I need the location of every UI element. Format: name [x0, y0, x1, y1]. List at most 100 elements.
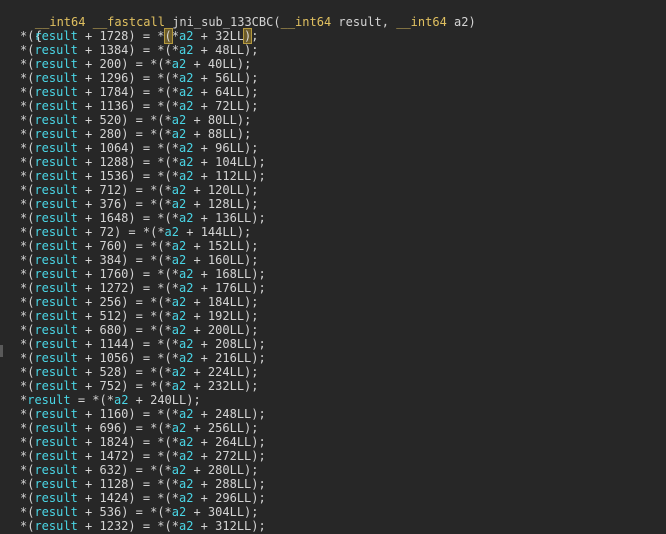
code-line[interactable]: *(result + 1288) = *(*a2 + 104LL); — [20, 155, 266, 169]
result-var[interactable]: result — [34, 323, 77, 337]
result-var[interactable]: result — [34, 85, 77, 99]
result-var[interactable]: result — [34, 449, 77, 463]
a2-var[interactable]: a2 — [172, 127, 186, 141]
a2-var[interactable]: a2 — [179, 155, 193, 169]
code-line[interactable]: *(result + 760) = *(*a2 + 152LL); — [20, 239, 259, 253]
a2-var[interactable]: a2 — [179, 99, 193, 113]
code-line[interactable]: *(result + 696) = *(*a2 + 256LL); — [20, 421, 259, 435]
a2-var[interactable]: a2 — [179, 435, 193, 449]
result-var[interactable]: result — [34, 71, 77, 85]
result-var[interactable]: result — [34, 309, 77, 323]
code-line[interactable]: *(result + 384) = *(*a2 + 160LL); — [20, 253, 259, 267]
result-var[interactable]: result — [34, 183, 77, 197]
result-var[interactable]: result — [34, 351, 77, 365]
result-var[interactable]: result — [34, 57, 77, 71]
param1-name[interactable]: result — [338, 15, 381, 29]
code-line[interactable]: *result = *(*a2 + 240LL); — [20, 393, 201, 407]
result-var[interactable]: result — [34, 463, 77, 477]
a2-var[interactable]: a2 — [172, 463, 186, 477]
a2-var[interactable]: a2 — [165, 225, 179, 239]
result-var[interactable]: result — [34, 295, 77, 309]
a2-var[interactable]: a2 — [172, 57, 186, 71]
code-line[interactable]: *(result + 632) = *(*a2 + 280LL); — [20, 463, 259, 477]
a2-var[interactable]: a2 — [179, 71, 193, 85]
a2-var[interactable]: a2 — [179, 491, 193, 505]
code-line[interactable]: *(result + 520) = *(*a2 + 80LL); — [20, 113, 251, 127]
result-var[interactable]: result — [34, 421, 77, 435]
a2-var[interactable]: a2 — [114, 393, 128, 407]
result-var[interactable]: result — [34, 267, 77, 281]
code-line[interactable]: *(result + 1064) = *(*a2 + 96LL); — [20, 141, 259, 155]
code-line[interactable]: *(result + 1056) = *(*a2 + 216LL); — [20, 351, 266, 365]
a2-var[interactable]: a2 — [179, 449, 193, 463]
a2-var[interactable]: a2 — [172, 379, 186, 393]
a2-var[interactable]: a2 — [172, 253, 186, 267]
a2-var[interactable]: a2 — [172, 421, 186, 435]
code-line[interactable]: *(result + 528) = *(*a2 + 224LL); — [20, 365, 259, 379]
code-line[interactable]: *(result + 72) = *(*a2 + 144LL); — [20, 225, 251, 239]
code-line[interactable]: *(result + 1144) = *(*a2 + 208LL); — [20, 337, 266, 351]
result-var[interactable]: result — [34, 491, 77, 505]
code-line[interactable]: *(result + 1160) = *(*a2 + 248LL); — [20, 407, 266, 421]
result-var[interactable]: result — [34, 505, 77, 519]
a2-var[interactable]: a2 — [179, 29, 193, 43]
code-line[interactable]: *(result + 256) = *(*a2 + 184LL); — [20, 295, 259, 309]
code-line[interactable]: *(result + 712) = *(*a2 + 120LL); — [20, 183, 259, 197]
result-var[interactable]: result — [34, 337, 77, 351]
result-var[interactable]: result — [27, 393, 70, 407]
result-var[interactable]: result — [34, 239, 77, 253]
result-var[interactable]: result — [34, 211, 77, 225]
code-line[interactable]: *(result + 536) = *(*a2 + 304LL); — [20, 505, 259, 519]
a2-var[interactable]: a2 — [172, 505, 186, 519]
result-var[interactable]: result — [34, 281, 77, 295]
code-line[interactable]: *(result + 680) = *(*a2 + 200LL); — [20, 323, 259, 337]
code-line[interactable]: *(result + 1296) = *(*a2 + 56LL); — [20, 71, 259, 85]
result-var[interactable]: result — [34, 365, 77, 379]
a2-var[interactable]: a2 — [179, 85, 193, 99]
code-line[interactable]: *(result + 280) = *(*a2 + 88LL); — [20, 127, 251, 141]
code-line[interactable]: *(result + 1760) = *(*a2 + 168LL); — [20, 267, 266, 281]
result-var[interactable]: result — [34, 29, 77, 43]
code-line[interactable]: *(result + 1472) = *(*a2 + 272LL); — [20, 449, 266, 463]
function-name[interactable]: jni_sub_133CBC — [172, 15, 273, 29]
a2-var[interactable]: a2 — [172, 239, 186, 253]
a2-var[interactable]: a2 — [179, 351, 193, 365]
a2-var[interactable]: a2 — [172, 323, 186, 337]
code-line[interactable]: *(result + 1232) = *(*a2 + 312LL); — [20, 519, 266, 533]
result-var[interactable]: result — [34, 379, 77, 393]
result-var[interactable]: result — [34, 519, 77, 533]
code-line[interactable]: *(result + 200) = *(*a2 + 40LL); — [20, 57, 251, 71]
a2-var[interactable]: a2 — [179, 169, 193, 183]
code-line[interactable]: *(result + 1728) = *(*a2 + 32LL); — [20, 28, 259, 44]
a2-var[interactable]: a2 — [179, 267, 193, 281]
code-line[interactable]: *(result + 1536) = *(*a2 + 112LL); — [20, 169, 266, 183]
code-line[interactable]: *(result + 1424) = *(*a2 + 296LL); — [20, 491, 266, 505]
function-signature[interactable]: __int64 __fastcall jni_sub_133CBC(__int6… — [6, 1, 476, 29]
result-var[interactable]: result — [34, 127, 77, 141]
a2-var[interactable]: a2 — [172, 295, 186, 309]
code-line[interactable]: *(result + 376) = *(*a2 + 128LL); — [20, 197, 259, 211]
code-line[interactable]: *(result + 752) = *(*a2 + 232LL); — [20, 379, 259, 393]
code-line[interactable]: *(result + 1784) = *(*a2 + 64LL); — [20, 85, 259, 99]
a2-var[interactable]: a2 — [179, 43, 193, 57]
code-line[interactable]: *(result + 1136) = *(*a2 + 72LL); — [20, 99, 259, 113]
code-line[interactable]: *(result + 1824) = *(*a2 + 264LL); — [20, 435, 266, 449]
a2-var[interactable]: a2 — [179, 141, 193, 155]
param2-name[interactable]: a2 — [454, 15, 468, 29]
a2-var[interactable]: a2 — [179, 477, 193, 491]
result-var[interactable]: result — [34, 43, 77, 57]
decompiler-code-view[interactable]: __int64 __fastcall jni_sub_133CBC(__int6… — [0, 0, 666, 534]
a2-var[interactable]: a2 — [172, 309, 186, 323]
a2-var[interactable]: a2 — [172, 183, 186, 197]
result-var[interactable]: result — [34, 197, 77, 211]
result-var[interactable]: result — [34, 99, 77, 113]
code-line[interactable]: *(result + 1384) = *(*a2 + 48LL); — [20, 43, 259, 57]
code-line[interactable]: *(result + 1648) = *(*a2 + 136LL); — [20, 211, 266, 225]
result-var[interactable]: result — [34, 435, 77, 449]
result-var[interactable]: result — [34, 225, 77, 239]
a2-var[interactable]: a2 — [179, 519, 193, 533]
a2-var[interactable]: a2 — [179, 281, 193, 295]
result-var[interactable]: result — [34, 141, 77, 155]
result-var[interactable]: result — [34, 155, 77, 169]
code-line[interactable]: *(result + 1128) = *(*a2 + 288LL); — [20, 477, 266, 491]
